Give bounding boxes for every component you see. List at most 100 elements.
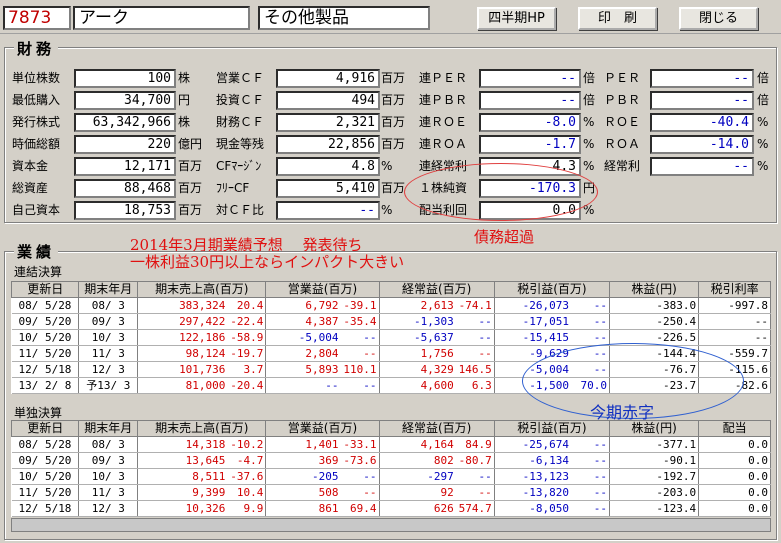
column-header[interactable]: 税引利率 (698, 281, 771, 298)
column-header[interactable]: 株益(円) (608, 281, 700, 298)
cell-net: -15,415 (522, 331, 569, 344)
cell-ord_g: -- (478, 486, 492, 499)
cell-op: 1,401 (305, 438, 339, 451)
finance-unit: 億円 (178, 137, 203, 151)
cell-eps: -90.1 (663, 454, 697, 467)
table-cell: 11/ 5/20 (11, 345, 80, 362)
finance-value: 494 (276, 91, 380, 110)
cell-net_g: -- (593, 454, 607, 467)
table-cell: 0.0 (698, 436, 771, 453)
table-cell: 12/ 3 (78, 500, 139, 517)
cell-op_g: -- (363, 331, 377, 344)
table-cell: -- -- (265, 377, 380, 394)
column-header[interactable]: 期末売上高(百万) (137, 281, 267, 298)
cell-date: 09/ 5/20 (18, 454, 72, 467)
column-header[interactable]: 営業益(百万) (265, 281, 380, 298)
column-header[interactable]: 営業益(百万) (265, 420, 380, 437)
table-cell: -377.1 (609, 436, 700, 453)
finance-unit: 百万 (178, 181, 203, 195)
table-empty-area (11, 518, 771, 532)
standalone-table[interactable]: 更新日 期末年月 期末売上高(百万) 営業益(百万) 経常益(百万) 税引益(百万) 株益(… (10, 420, 771, 517)
cell-sales_g: 10.4 (236, 486, 264, 499)
column-header[interactable]: 税引益(百万) (493, 281, 611, 298)
consolidated-label: 連結決算 (14, 265, 63, 279)
cell-op: 5,893 (305, 363, 339, 376)
cell-ord_g: 84.9 (465, 438, 492, 451)
table-cell: 8,511 -37.6 (137, 468, 267, 485)
table-cell: 09/ 5/20 (11, 313, 80, 330)
cell-ord: 4,600 (420, 379, 454, 392)
table-row[interactable]: 10/ 5/20 10/ 3 8,511 -37.6 -205 -- -297 -- -13,1… (11, 468, 771, 485)
cell-ord_g: -- (478, 347, 492, 360)
finance-label: 総資産 (12, 181, 49, 195)
finance-unit: 倍 (757, 71, 770, 85)
table-cell: -383.0 (609, 297, 700, 314)
table-row[interactable]: 12/ 5/18 12/ 3 10,326 9.9 861 69.4 626 574.7 -8,… (11, 500, 771, 517)
cell-ord_g: 6.3 (471, 379, 492, 392)
column-header[interactable]: 経常益(百万) (378, 281, 495, 298)
cell-sales: 13,645 (185, 454, 226, 467)
finance-unit: 百万 (381, 115, 406, 129)
column-header[interactable]: 期末売上高(百万) (137, 420, 267, 437)
cell-net: -26,073 (522, 299, 569, 312)
cell-period: 12/ 3 (91, 502, 125, 515)
column-header[interactable]: 期末年月 (78, 281, 139, 298)
table-cell: -26,073 -- (494, 297, 611, 314)
company-name-field: アーク (73, 6, 250, 30)
table-cell: 10/ 5/20 (11, 329, 80, 346)
column-header[interactable]: 更新日 (10, 420, 80, 437)
table-cell: -8,050 -- (494, 500, 611, 517)
table-row[interactable]: 09/ 5/20 09/ 3 13,645 -4.7 369 -73.6 802 -80.7-… (11, 452, 771, 469)
finance-label: 発行株式 (12, 115, 61, 129)
cell-ord: 92 (440, 486, 454, 499)
finance-label: ＰＥＲ (604, 71, 641, 85)
table-cell: 11/ 3 (78, 484, 139, 501)
table-row[interactable]: 08/ 5/28 08/ 3 14,318 -10.2 1,401 -33.1 4,164 8… (11, 436, 771, 453)
table-row[interactable]: 08/ 5/28 08/ 3 383,324 20.4 6,792 -39.1 2,613-… (11, 297, 771, 314)
cell-last: 0.0 (748, 438, 768, 451)
table-row[interactable]: 11/ 5/20 11/ 3 9,399 10.4 508 -- 92 -- -13,820 --… (11, 484, 771, 501)
cell-net: -13,820 (522, 486, 569, 499)
table-cell: -192.7 (609, 468, 700, 485)
column-header[interactable]: 配当 (698, 420, 771, 437)
table-header-row: 更新日 期末年月 期末売上高(百万) 営業益(百万) 経常益(百万) 税引益(百万) 株益(… (10, 420, 771, 437)
table-header-row: 更新日 期末年月 期末売上高(百万) 営業益(百万) 経常益(百万) 税引益(百万) 株益(… (10, 281, 771, 298)
finance-value: 5,410 (276, 179, 380, 198)
cell-net_g: -- (593, 470, 607, 483)
finance-label: 経常利 (604, 159, 641, 173)
stock-code-field[interactable]: 7873 (3, 6, 71, 30)
finance-label: 最低購入 (12, 93, 61, 107)
cell-last: -- (754, 315, 768, 328)
finance-value: 4.8 (276, 157, 380, 176)
table-cell: 10,326 9.9 (137, 500, 267, 517)
print-button[interactable]: 印 刷 (578, 7, 657, 30)
table-cell: 09/ 3 (78, 313, 139, 330)
finance-label: CFﾏｰｼﾞﾝ (216, 159, 262, 173)
cell-ord: -5,637 (414, 331, 454, 344)
close-button[interactable]: 閉じる (679, 7, 758, 30)
cell-eps: -226.5 (656, 331, 697, 344)
column-header[interactable]: 期末年月 (78, 420, 139, 437)
finance-value: 4,916 (276, 69, 380, 88)
table-cell: 12/ 5/18 (11, 500, 80, 517)
standalone-label: 単独決算 (14, 406, 63, 420)
column-header[interactable]: 更新日 (10, 281, 80, 298)
finance-unit: 百万 (381, 181, 406, 195)
quarterly-hp-button[interactable]: 四半期HP (477, 7, 556, 30)
table-cell: 09/ 3 (78, 452, 139, 469)
table-row[interactable]: 09/ 5/20 09/ 3 297,422 -22.4 4,387 -35.4 -1,30… (11, 313, 771, 330)
cell-period: 10/ 3 (91, 470, 125, 483)
cell-net: -17,051 (522, 315, 569, 328)
table-cell: 0.0 (698, 468, 771, 485)
finance-unit: 百万 (381, 137, 406, 151)
table-cell: 626 574.7 (379, 500, 495, 517)
cell-sales_g: 3.7 (243, 363, 264, 376)
table-cell: -297 -- (379, 468, 495, 485)
finance-label: 時価総額 (12, 137, 61, 151)
cell-date: 12/ 5/18 (18, 502, 72, 515)
table-cell: 予13/ 3 (78, 377, 139, 394)
cell-sales_g: -20.4 (230, 379, 264, 392)
cell-last: 0.0 (748, 502, 768, 515)
column-header[interactable]: 経常益(百万) (378, 420, 495, 437)
table-cell: 6,792 -39.1 (265, 297, 380, 314)
